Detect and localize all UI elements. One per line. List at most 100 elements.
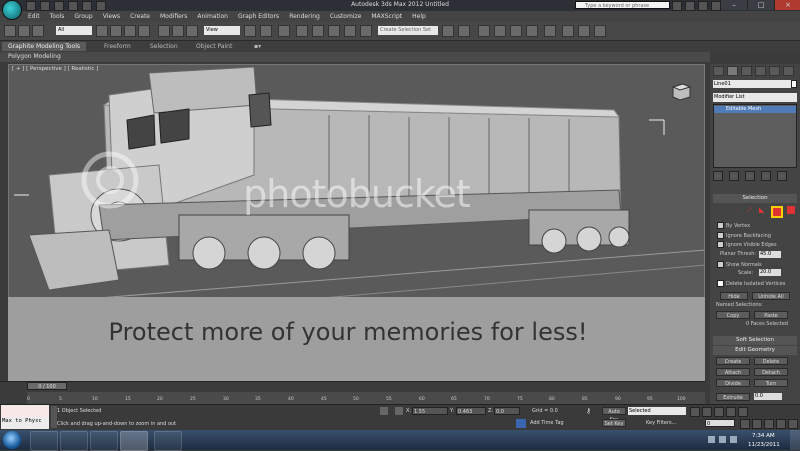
detach-button[interactable]: Detach xyxy=(754,368,788,376)
turn-button[interactable]: Turn xyxy=(754,379,788,387)
absolute-mode-icon[interactable] xyxy=(395,407,403,415)
ignore-backfacing-checkbox[interactable]: Ignore Backfacing xyxy=(717,232,771,239)
viewcube-icon[interactable] xyxy=(670,81,692,101)
volume-icon[interactable] xyxy=(730,436,737,443)
soft-selection-rollout[interactable]: Soft Selection xyxy=(713,336,797,345)
menu-tools[interactable]: Tools xyxy=(50,13,65,20)
tab-selection[interactable]: Selection xyxy=(144,42,184,51)
delete-isolated-checkbox[interactable]: Delete Isolated Vertices xyxy=(717,280,785,287)
delete-button[interactable]: Delete xyxy=(754,357,788,365)
remove-modifier-icon[interactable] xyxy=(761,171,771,181)
communication-icon[interactable] xyxy=(698,1,708,11)
search-input[interactable]: Type a keyword or phrase xyxy=(575,1,670,9)
clock-time[interactable]: 7:34 AM xyxy=(752,433,775,439)
window-crossing-icon[interactable] xyxy=(138,25,150,37)
minimize-button[interactable]: – xyxy=(720,0,747,10)
set-key-button[interactable]: Set Key xyxy=(602,419,626,427)
mirror-icon[interactable] xyxy=(442,25,454,37)
search-icon[interactable] xyxy=(672,1,682,11)
menu-create[interactable]: Create xyxy=(130,13,150,20)
material-editor-icon[interactable] xyxy=(544,25,556,37)
key-mode-dropdown[interactable]: Selected xyxy=(628,407,686,415)
clock-date[interactable]: 11/23/2011 xyxy=(748,442,780,448)
angle-snap-icon[interactable] xyxy=(312,25,324,37)
reference-coord-dropdown[interactable]: View xyxy=(204,26,240,35)
maximize-viewport-icon[interactable] xyxy=(788,419,798,429)
spinner-snap-icon[interactable] xyxy=(344,25,356,37)
named-selection-dropdown[interactable]: Create Selection Set xyxy=(378,26,438,35)
go-to-start-icon[interactable] xyxy=(690,407,700,417)
menu-views[interactable]: Views xyxy=(103,13,120,20)
edit-geometry-rollout[interactable]: Edit Geometry xyxy=(713,346,797,355)
modify-panel-icon[interactable] xyxy=(727,66,738,76)
listener-input[interactable]: Max to Physc xyxy=(2,418,42,424)
show-desktop-button[interactable] xyxy=(790,430,800,450)
configure-sets-icon[interactable] xyxy=(777,171,787,181)
tab-object-paint[interactable]: Object Paint xyxy=(190,42,238,51)
edit-named-sel-icon[interactable] xyxy=(360,25,372,37)
ribbon-options-icon[interactable]: ▪▾ xyxy=(248,42,267,51)
current-frame-field[interactable]: 0 xyxy=(705,419,735,427)
element-mode-icon[interactable] xyxy=(787,206,795,214)
time-tag-icon[interactable] xyxy=(516,419,526,428)
render-production-icon[interactable] xyxy=(594,25,606,37)
network-icon[interactable] xyxy=(719,436,726,443)
display-panel-icon[interactable] xyxy=(769,66,780,76)
track-bar[interactable]: 0 5 10 15 20 25 30 35 40 45 50 55 60 65 … xyxy=(27,392,705,404)
hide-button[interactable]: Hide xyxy=(720,292,748,300)
selection-rollout[interactable]: Selection xyxy=(713,194,797,203)
make-unique-icon[interactable] xyxy=(745,171,755,181)
select-link-icon[interactable] xyxy=(4,25,16,37)
key-icon[interactable]: ⚷ xyxy=(586,407,596,415)
planar-thresh-spinner[interactable]: 45.0 xyxy=(759,251,781,258)
menu-graph-editors[interactable]: Graph Editors xyxy=(238,13,279,20)
stack-item-editable-mesh[interactable]: Editable Mesh xyxy=(714,106,796,113)
play-icon[interactable] xyxy=(714,407,724,417)
time-slider-track[interactable] xyxy=(0,381,705,392)
paint-icon[interactable] xyxy=(154,431,182,451)
z-coordinate-field[interactable]: 0.0 xyxy=(494,407,520,415)
scale-spinner[interactable]: 20.0 xyxy=(759,269,781,276)
listener-output[interactable] xyxy=(1,406,49,417)
time-slider-handle[interactable]: 0 / 100 xyxy=(27,382,67,390)
divide-button[interactable]: Divide xyxy=(716,379,750,387)
viewport-label[interactable]: [ + ] [ Perspective ] [ Realistic ] xyxy=(12,66,98,72)
menu-group[interactable]: Group xyxy=(74,13,92,20)
object-color-swatch[interactable] xyxy=(791,80,797,88)
zoom-all-icon[interactable] xyxy=(752,419,762,429)
select-object-icon[interactable] xyxy=(96,25,108,37)
next-frame-icon[interactable] xyxy=(726,407,736,417)
previous-frame-icon[interactable] xyxy=(702,407,712,417)
maximize-button[interactable]: □ xyxy=(747,0,774,10)
y-coordinate-field[interactable]: 0.463 xyxy=(456,407,486,415)
app-menu-button[interactable] xyxy=(2,0,22,20)
motion-panel-icon[interactable] xyxy=(755,66,766,76)
snaps-toggle-icon[interactable] xyxy=(296,25,308,37)
zoom-icon[interactable] xyxy=(740,419,750,429)
auto-key-button[interactable]: Auto Key xyxy=(602,407,626,423)
subscription-icon[interactable] xyxy=(685,1,695,11)
start-button[interactable] xyxy=(3,431,21,449)
menu-animation[interactable]: Animation xyxy=(197,13,228,20)
object-name-field[interactable]: Line01 xyxy=(713,80,797,88)
media-player-icon[interactable] xyxy=(90,431,118,451)
rotate-icon[interactable] xyxy=(172,25,184,37)
vertex-mode-icon[interactable]: · xyxy=(735,206,743,214)
create-button[interactable]: Create xyxy=(716,357,750,365)
create-panel-icon[interactable] xyxy=(713,66,724,76)
rendered-frame-icon[interactable] xyxy=(578,25,590,37)
pivot-center-icon[interactable] xyxy=(244,25,256,37)
keyboard-shortcut-icon[interactable] xyxy=(278,25,290,37)
menu-rendering[interactable]: Rendering xyxy=(289,13,320,20)
render-setup-icon[interactable] xyxy=(562,25,574,37)
extrude-button[interactable]: Extrude xyxy=(716,393,750,401)
flag-icon[interactable] xyxy=(708,436,715,443)
unlink-icon[interactable] xyxy=(18,25,30,37)
close-button[interactable]: × xyxy=(774,0,800,10)
copy-button[interactable]: Copy xyxy=(716,311,750,319)
face-mode-icon[interactable]: ◣ xyxy=(759,206,767,214)
curve-editor-icon[interactable] xyxy=(510,25,522,37)
menu-customize[interactable]: Customize xyxy=(330,13,362,20)
key-filters-button[interactable]: Key Filters... xyxy=(646,420,676,426)
extrude-spinner[interactable]: 0.0 xyxy=(754,393,782,400)
